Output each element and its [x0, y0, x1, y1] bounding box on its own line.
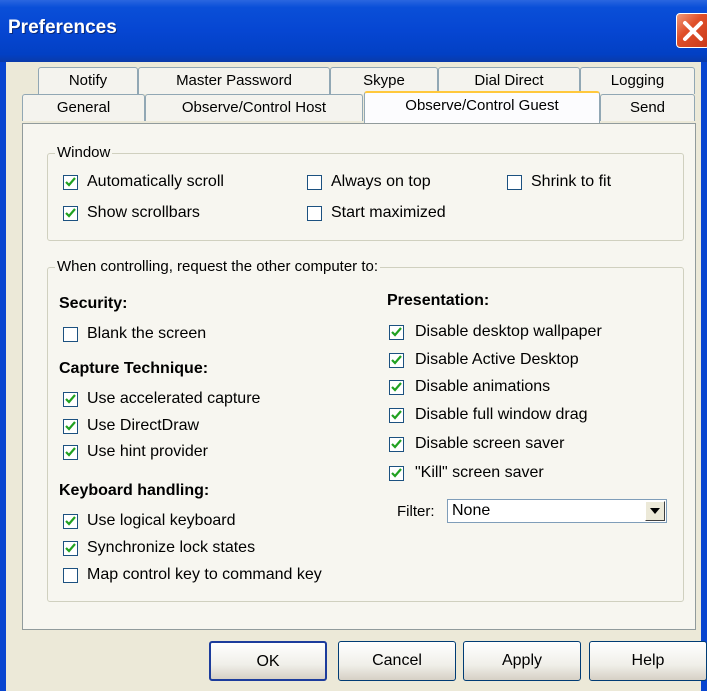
start-maximized-checkbox[interactable] [307, 206, 322, 221]
tab-panel: Window Automatically scroll Show scrollb… [22, 123, 696, 630]
disable-screen-saver-label: Disable screen saver [415, 435, 565, 452]
check-icon [391, 327, 402, 337]
automatically-scroll-label: Automatically scroll [87, 173, 224, 190]
control-group-legend: When controlling, request the other comp… [55, 258, 381, 275]
check-icon [391, 355, 402, 365]
check-icon [65, 177, 76, 187]
check-icon [65, 208, 76, 218]
use-directdraw-checkbox[interactable] [63, 419, 78, 434]
blank-the-screen-label: Blank the screen [87, 325, 207, 342]
always-on-top-checkbox[interactable] [307, 175, 322, 190]
close-icon [683, 21, 703, 41]
check-icon [65, 394, 76, 404]
disable-full-window-drag-label: Disable full window drag [415, 406, 588, 423]
show-scrollbars-checkbox[interactable] [63, 206, 78, 221]
window-group [47, 153, 684, 241]
map-control-key-label: Map control key to command key [87, 566, 322, 583]
ok-button[interactable]: OK [209, 641, 327, 681]
shrink-to-fit-checkbox[interactable] [507, 175, 522, 190]
filter-select-value: None [452, 502, 491, 519]
check-icon [391, 439, 402, 449]
filter-label: Filter: [397, 503, 435, 520]
use-logical-keyboard-label: Use logical keyboard [87, 512, 236, 529]
synchronize-lock-states-checkbox[interactable] [63, 541, 78, 556]
close-button[interactable] [676, 13, 707, 48]
help-button[interactable]: Help [589, 641, 707, 681]
tab-send[interactable]: Send [600, 94, 695, 121]
use-hint-provider-label: Use hint provider [87, 443, 208, 460]
check-icon [65, 421, 76, 431]
cancel-button[interactable]: Cancel [338, 641, 456, 681]
filter-dropdown-button[interactable] [645, 501, 665, 521]
blank-the-screen-checkbox[interactable] [63, 327, 78, 342]
title-bar[interactable]: Preferences [0, 0, 707, 62]
presentation-heading: Presentation: [387, 292, 490, 309]
check-icon [391, 382, 402, 392]
disable-screen-saver-checkbox[interactable] [389, 437, 404, 452]
chevron-down-icon [650, 508, 660, 514]
use-hint-provider-checkbox[interactable] [63, 445, 78, 460]
show-scrollbars-label: Show scrollbars [87, 204, 200, 221]
keyboard-handling-heading: Keyboard handling: [59, 482, 210, 499]
tab-observe-control-host[interactable]: Observe/Control Host [145, 94, 363, 121]
preferences-window: Preferences Notify Master Password Skype… [0, 0, 707, 691]
tab-skype[interactable]: Skype [330, 67, 438, 94]
tab-notify[interactable]: Notify [38, 67, 138, 94]
tab-master-password[interactable]: Master Password [138, 67, 330, 94]
disable-desktop-wallpaper-checkbox[interactable] [389, 325, 404, 340]
apply-button[interactable]: Apply [463, 641, 581, 681]
disable-active-desktop-checkbox[interactable] [389, 353, 404, 368]
check-icon [65, 516, 76, 526]
tab-general[interactable]: General [22, 94, 145, 121]
use-accelerated-capture-label: Use accelerated capture [87, 390, 261, 407]
filter-select[interactable]: None [447, 499, 667, 523]
disable-active-desktop-label: Disable Active Desktop [415, 351, 579, 368]
window-frame-right [701, 62, 707, 691]
window-title: Preferences [8, 17, 117, 38]
use-directdraw-label: Use DirectDraw [87, 417, 200, 434]
disable-animations-label: Disable animations [415, 378, 551, 395]
disable-animations-checkbox[interactable] [389, 380, 404, 395]
use-logical-keyboard-checkbox[interactable] [63, 514, 78, 529]
always-on-top-label: Always on top [331, 173, 431, 190]
shrink-to-fit-label: Shrink to fit [531, 173, 612, 190]
disable-desktop-wallpaper-label: Disable desktop wallpaper [415, 323, 602, 340]
window-frame-left [0, 62, 6, 691]
kill-screen-saver-checkbox[interactable] [389, 466, 404, 481]
synchronize-lock-states-label: Synchronize lock states [87, 539, 256, 556]
disable-full-window-drag-checkbox[interactable] [389, 408, 404, 423]
use-accelerated-capture-checkbox[interactable] [63, 392, 78, 407]
check-icon [65, 447, 76, 457]
tab-dial-direct[interactable]: Dial Direct [438, 67, 580, 94]
tab-observe-control-guest[interactable]: Observe/Control Guest [364, 91, 600, 123]
check-icon [391, 410, 402, 420]
check-icon [65, 543, 76, 553]
map-control-key-checkbox[interactable] [63, 568, 78, 583]
capture-technique-heading: Capture Technique: [59, 360, 209, 377]
start-maximized-label: Start maximized [331, 204, 446, 221]
security-heading: Security: [59, 295, 128, 312]
check-icon [391, 468, 402, 478]
window-group-legend: Window [55, 144, 113, 161]
tab-logging[interactable]: Logging [580, 67, 695, 94]
automatically-scroll-checkbox[interactable] [63, 175, 78, 190]
kill-screen-saver-label: "Kill" screen saver [415, 464, 544, 481]
